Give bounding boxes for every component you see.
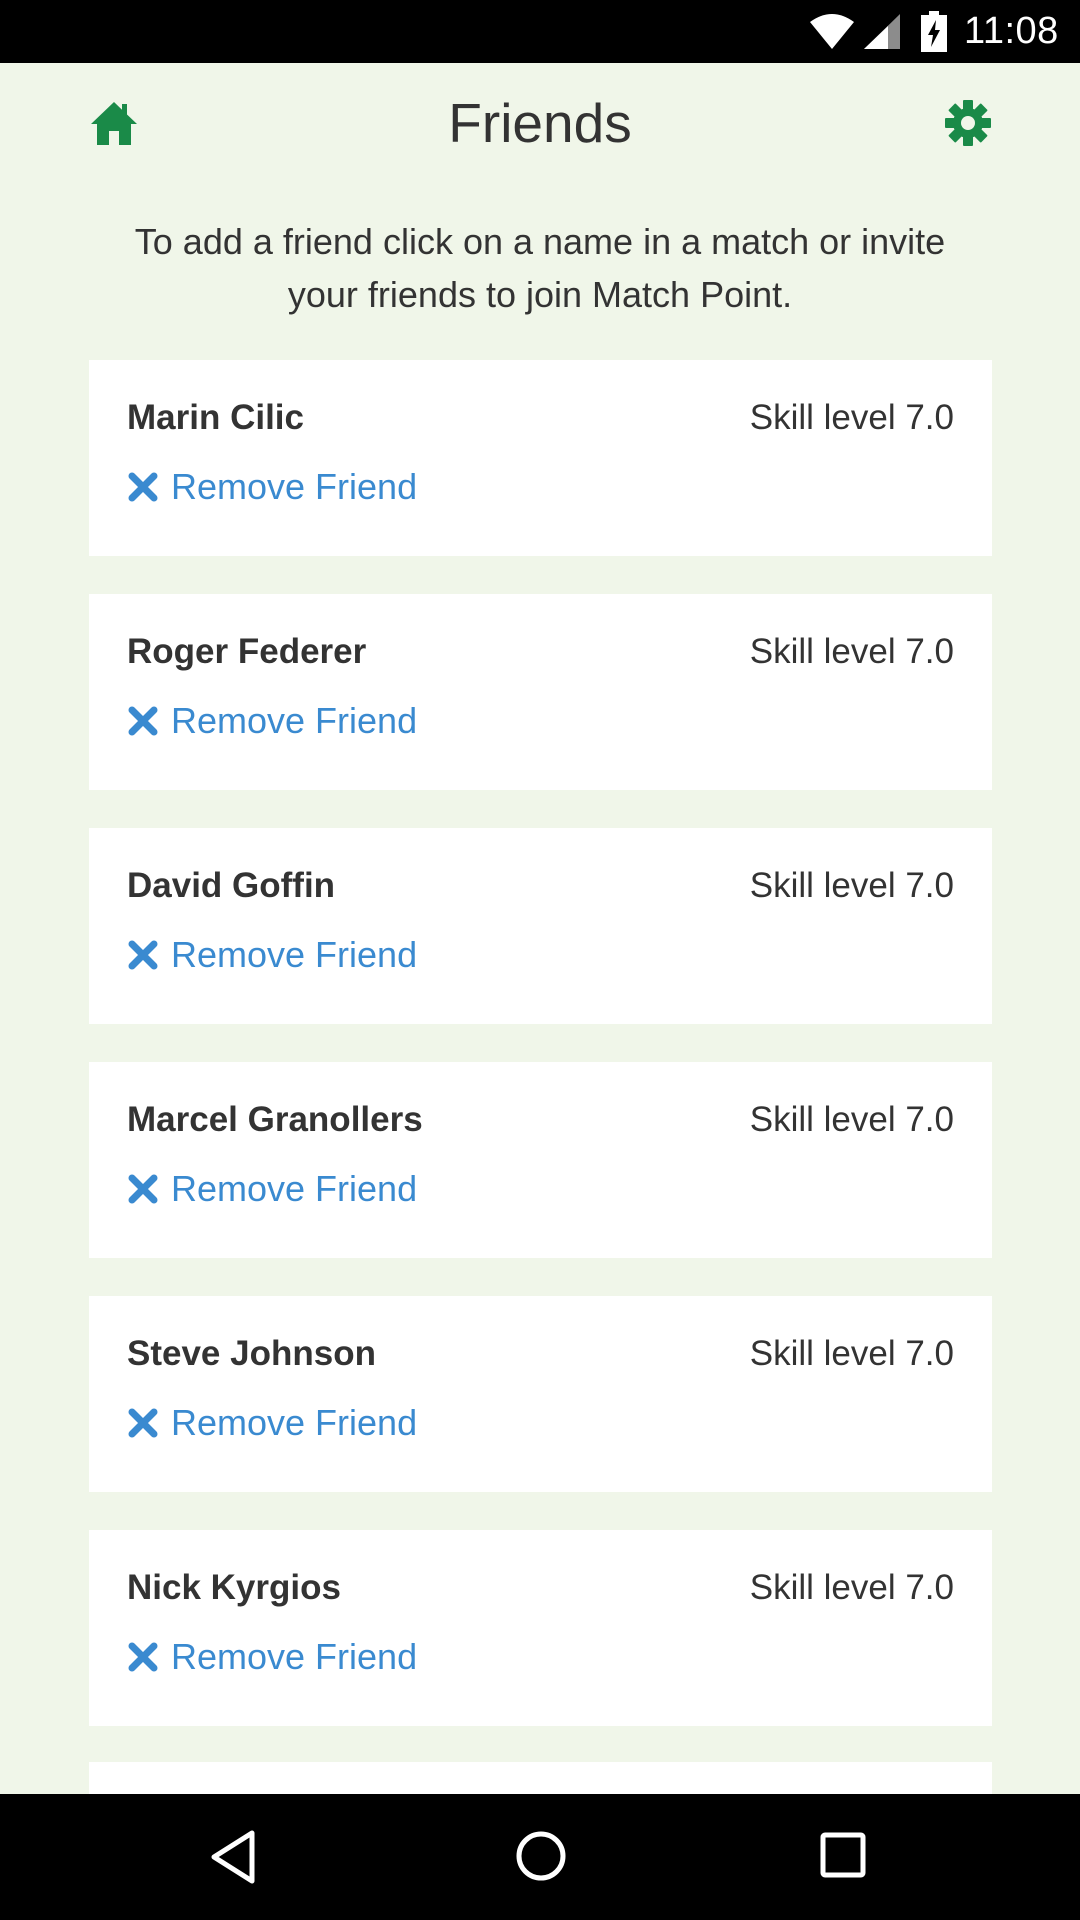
skill-level: Skill level 7.0: [749, 398, 954, 437]
remove-friend-label: Remove Friend: [171, 934, 418, 975]
close-icon: [128, 1642, 158, 1672]
remove-friend-button[interactable]: Remove Friend: [127, 934, 417, 976]
remove-friend-button[interactable]: Remove Friend: [127, 1402, 417, 1444]
remove-friend-label: Remove Friend: [171, 700, 418, 741]
remove-friend-button[interactable]: Remove Friend: [127, 1168, 417, 1210]
remove-friend-label: Remove Friend: [171, 1636, 418, 1677]
friend-name[interactable]: Nick Kyrgios: [127, 1568, 341, 1608]
remove-friend-button[interactable]: Remove Friend: [127, 466, 417, 508]
skill-level: Skill level 7.0: [749, 632, 954, 671]
friend-name[interactable]: Marcel Granollers: [127, 1100, 423, 1140]
close-icon: [128, 472, 158, 502]
gear-icon[interactable]: [944, 99, 992, 147]
close-icon: [128, 1174, 158, 1204]
remove-friend-label: Remove Friend: [171, 466, 418, 507]
friend-card: Roger Federer Skill level 7.0 Remove Fri…: [89, 594, 992, 790]
page-title: Friends: [448, 92, 632, 154]
skill-level: Skill level 7.0: [749, 866, 954, 905]
app-header: Friends: [0, 63, 1080, 183]
remove-friend-label: Remove Friend: [171, 1402, 418, 1443]
app-screen: 11:08 Friends To add a friend click on a…: [0, 0, 1080, 1920]
friend-card: Nick Kyrgios Skill level 7.0 Remove Frie…: [89, 1530, 992, 1726]
back-icon[interactable]: [210, 1830, 256, 1884]
skill-level: Skill level 7.0: [749, 1100, 954, 1139]
friend-name[interactable]: Steve Johnson: [127, 1334, 376, 1374]
friend-card: Steve Johnson Skill level 7.0 Remove Fri…: [89, 1296, 992, 1492]
signal-icon: [864, 14, 900, 49]
friend-list: Marin Cilic Skill level 7.0 Remove Frien…: [89, 360, 992, 1764]
intro-text: To add a friend click on a name in a mat…: [134, 221, 946, 315]
skill-level: Skill level 7.0: [749, 1568, 954, 1607]
skill-level: Skill level 7.0: [749, 1334, 954, 1373]
system-nav-bar: [0, 1794, 1080, 1920]
remove-friend-button[interactable]: Remove Friend: [127, 1636, 417, 1678]
wifi-icon: [810, 14, 854, 49]
remove-friend-button[interactable]: Remove Friend: [127, 700, 417, 742]
friend-card: Marcel Granollers Skill level 7.0 Remove…: [89, 1062, 992, 1258]
recents-icon[interactable]: [820, 1832, 866, 1878]
friend-card: David Goffin Skill level 7.0 Remove Frie…: [89, 828, 992, 1024]
home-circle-icon[interactable]: [515, 1830, 567, 1882]
friend-card: Marin Cilic Skill level 7.0 Remove Frien…: [89, 360, 992, 556]
close-icon: [128, 940, 158, 970]
status-time: 11:08: [964, 10, 1059, 52]
status-bar: 11:08: [0, 0, 1080, 63]
close-icon: [128, 1408, 158, 1438]
friend-name[interactable]: Roger Federer: [127, 632, 366, 672]
friend-name[interactable]: Marin Cilic: [127, 398, 304, 438]
battery-charging-icon: [921, 11, 947, 52]
remove-friend-label: Remove Friend: [171, 1168, 418, 1209]
friend-name[interactable]: David Goffin: [127, 866, 335, 906]
close-icon: [128, 706, 158, 736]
